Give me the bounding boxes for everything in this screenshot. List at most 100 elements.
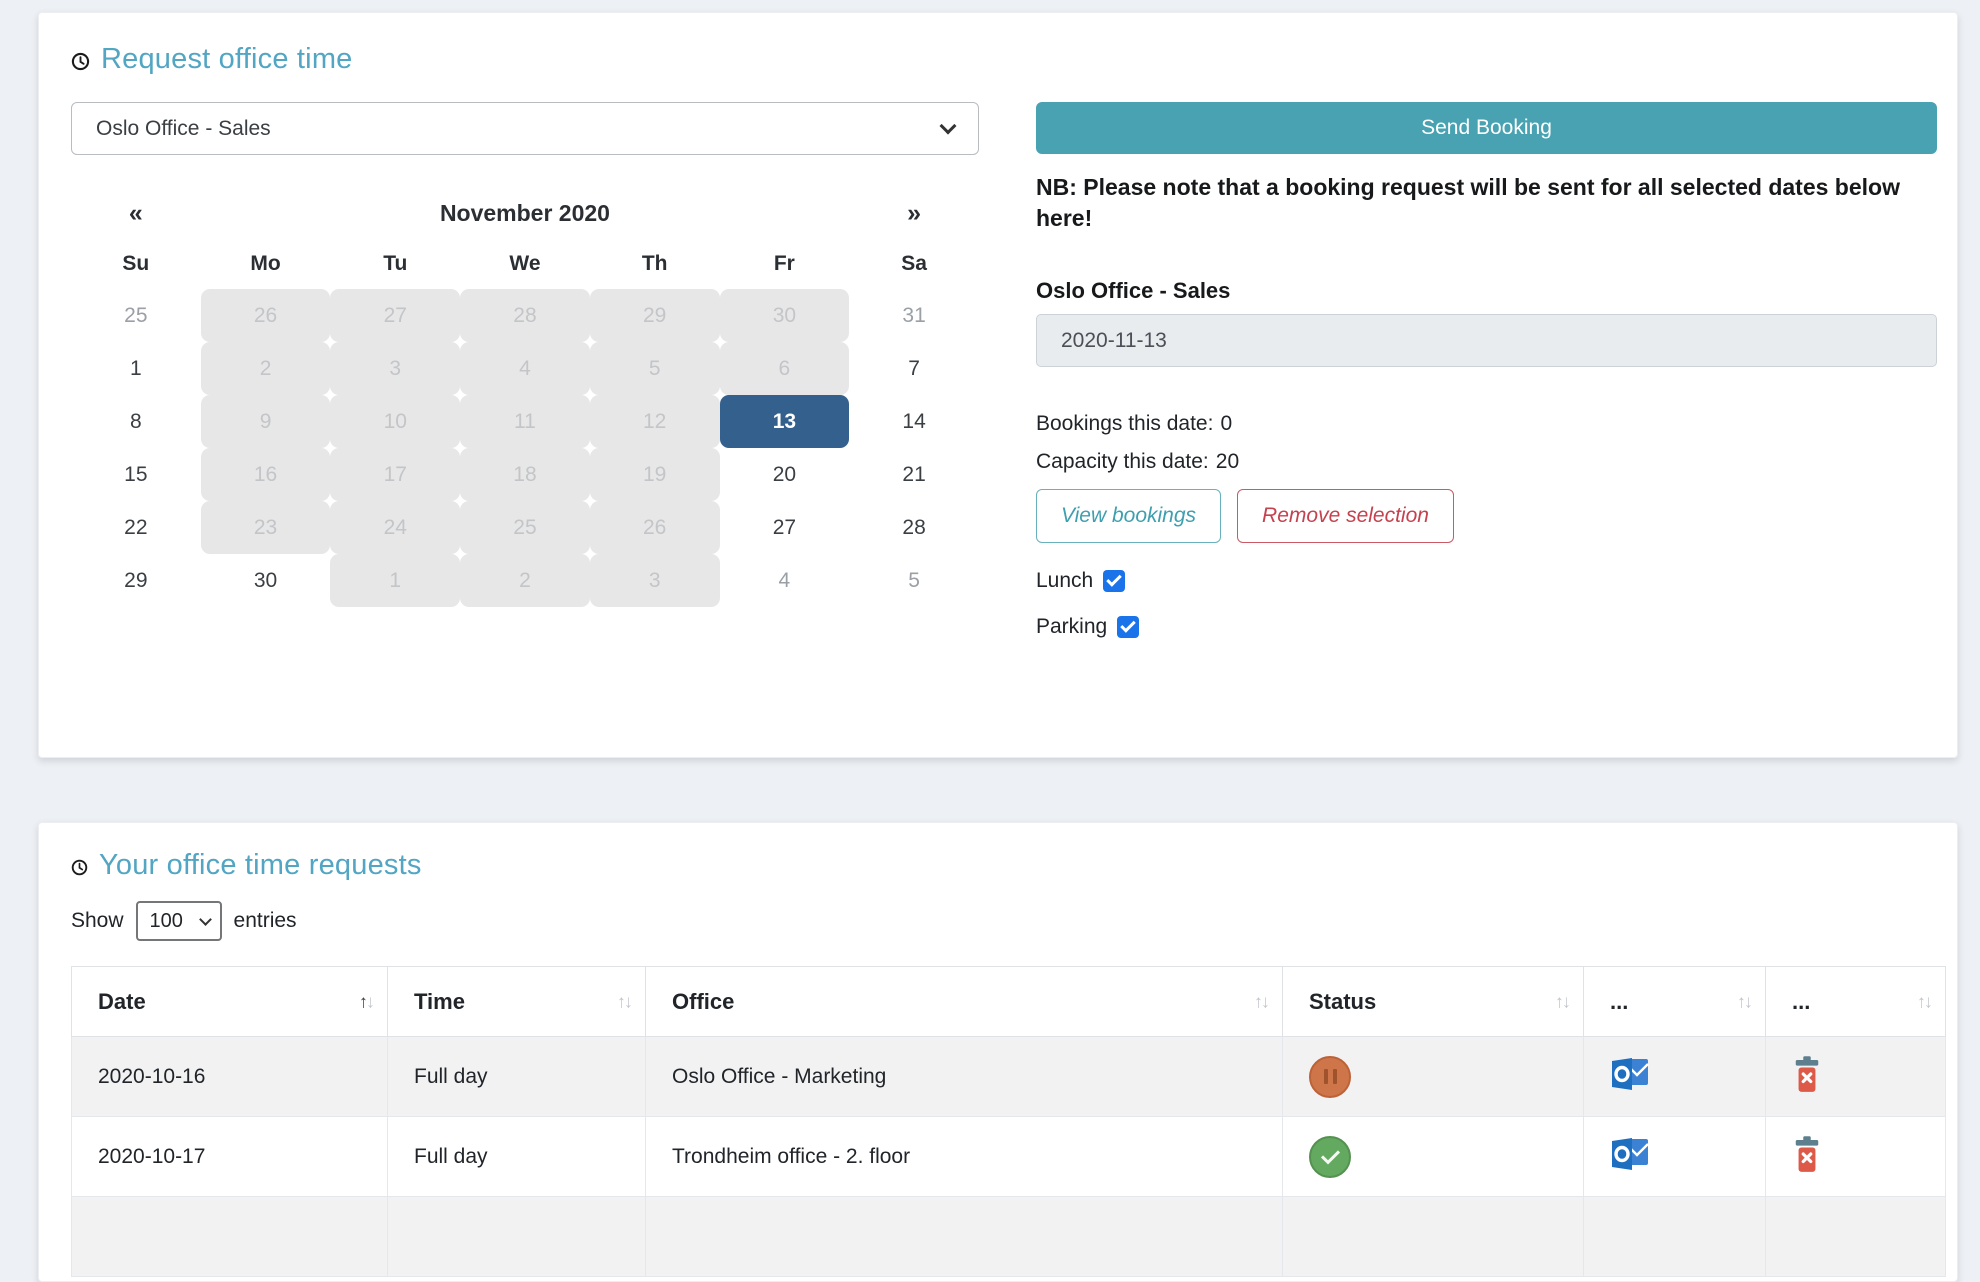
page-title: Request office time	[101, 43, 353, 75]
calendar-day: 18	[460, 448, 590, 501]
column-header-office[interactable]: Office ↑↓	[645, 966, 1283, 1037]
calendar-day: 4	[778, 568, 791, 592]
calendar-day: 26	[589, 501, 720, 554]
calendar-day: 6	[719, 342, 850, 395]
calendar-day: 19	[589, 448, 720, 501]
table-header-row: Date ↑↓ Time ↑↓ Office ↑↓ Status ↑↓ ... …	[71, 966, 1946, 1037]
calendar-day: 12	[589, 395, 720, 448]
booking-right-column: Send Booking NB: Please note that a book…	[1036, 102, 1937, 643]
calendar-day[interactable]: 21	[849, 448, 979, 501]
calendar-day[interactable]: 27	[720, 501, 850, 554]
column-header-status[interactable]: Status ↑↓	[1282, 966, 1584, 1037]
calendar-day[interactable]: 7	[849, 342, 979, 395]
cell-date: 2020-10-16	[71, 1036, 388, 1117]
selected-office-label: Oslo Office - Sales	[1036, 278, 1231, 304]
calendar-day[interactable]: 8	[71, 395, 201, 448]
view-bookings-button[interactable]: View bookings	[1036, 489, 1222, 544]
booking-left-column: Oslo Office - Sales « November 2020 » Su…	[71, 102, 979, 643]
selected-date-input[interactable]: 2020-11-13	[1036, 314, 1937, 368]
calendar-day: 3	[330, 342, 461, 395]
calendar-day: 1	[330, 554, 461, 607]
parking-checkbox[interactable]	[1117, 616, 1140, 639]
calendar-day: 9	[200, 395, 331, 448]
cell-office: Trondheim office - 2. floor	[645, 1116, 1283, 1197]
dow-su: Su	[122, 252, 150, 275]
calendar-day: 26	[200, 289, 331, 342]
calendar-day[interactable]: 22	[71, 501, 201, 554]
table-row-partial	[71, 1196, 1946, 1277]
send-booking-button[interactable]: Send Booking	[1036, 102, 1937, 154]
calendar-day: 27	[330, 289, 461, 342]
entries-select[interactable]: 100	[135, 901, 222, 941]
requests-title: Your office time requests	[99, 849, 422, 881]
calendar-day[interactable]: 29	[71, 554, 201, 607]
column-header-email[interactable]: ... ↑↓	[1583, 966, 1766, 1037]
outlook-email-icon[interactable]	[1610, 1136, 1650, 1178]
requests-card-header: Your office time requests	[71, 849, 1943, 882]
calendar-day: 10	[330, 395, 461, 448]
calendar-day: 23	[200, 501, 331, 554]
clock-icon	[71, 859, 88, 875]
sort-icon: ↑↓	[1555, 991, 1571, 1011]
calendar-day[interactable]: 15	[71, 448, 201, 501]
dow-mo: Mo	[250, 252, 281, 275]
chevron-down-icon	[198, 912, 212, 926]
requests-table: Date ↑↓ Time ↑↓ Office ↑↓ Status ↑↓ ... …	[71, 966, 1946, 1277]
clock-icon	[71, 52, 90, 70]
show-label: Show	[71, 909, 124, 932]
trash-icon[interactable]	[1792, 1055, 1822, 1098]
date-stats: Bookings this date: 0 Capacity this date…	[1036, 405, 1937, 481]
calendar-month-title[interactable]: November 2020	[201, 187, 850, 239]
bookings-label: Bookings this date:	[1036, 412, 1214, 436]
bookings-count: 0	[1220, 412, 1233, 436]
calendar-day-selected[interactable]: 13	[719, 395, 850, 448]
status-pending-icon	[1309, 1055, 1351, 1098]
status-approved-icon	[1309, 1135, 1351, 1178]
capacity-label: Capacity this date:	[1036, 450, 1209, 474]
table-row: 2020-10-16 Full day Oslo Office - Market…	[71, 1036, 1946, 1117]
office-time-requests-card: Your office time requests Show 100 entri…	[38, 822, 1958, 1282]
nb-note: NB: Please note that a booking request w…	[1036, 174, 1900, 232]
remove-selection-button[interactable]: Remove selection	[1237, 489, 1454, 544]
calendar-day-headers: Su Mo Tu We Th Fr Sa	[71, 239, 979, 289]
dow-tu: Tu	[383, 252, 408, 275]
cell-date: 2020-10-17	[71, 1116, 388, 1197]
entries-control: Show 100 entries	[71, 900, 1943, 942]
trash-icon[interactable]	[1792, 1135, 1822, 1178]
entries-select-value: 100	[149, 909, 183, 932]
sort-icon: ↑↓	[1917, 991, 1933, 1011]
outlook-email-icon[interactable]	[1610, 1056, 1650, 1098]
cell-time: Full day	[387, 1036, 646, 1117]
calendar-day[interactable]: 28	[849, 501, 979, 554]
table-row: 2020-10-17 Full day Trondheim office - 2…	[71, 1116, 1946, 1197]
calendar-day[interactable]: 1	[71, 342, 201, 395]
calendar-day: 24	[330, 501, 461, 554]
calendar-day: 25	[124, 303, 148, 327]
calendar-day: 4	[460, 342, 590, 395]
calendar-day: 25	[460, 501, 590, 554]
dow-fr: Fr	[773, 252, 795, 275]
lunch-checkbox[interactable]	[1103, 570, 1126, 593]
calendar-prev-button[interactable]: «	[71, 187, 201, 239]
column-header-time[interactable]: Time ↑↓	[387, 966, 646, 1037]
calendar-day: 3	[589, 554, 720, 607]
parking-label: Parking	[1036, 615, 1108, 639]
office-select[interactable]: Oslo Office - Sales	[71, 102, 979, 155]
dow-sa: Sa	[901, 252, 927, 275]
calendar-day[interactable]: 20	[720, 448, 850, 501]
lunch-label: Lunch	[1036, 569, 1094, 593]
sort-icon: ↑↓	[1737, 991, 1753, 1011]
datepicker-calendar: « November 2020 » Su Mo Tu We Th Fr Sa 2…	[71, 187, 979, 607]
calendar-day[interactable]: 14	[849, 395, 979, 448]
calendar-day[interactable]: 30	[201, 554, 331, 607]
calendar-day: 11	[460, 395, 590, 448]
calendar-day: 28	[460, 289, 590, 342]
column-header-date[interactable]: Date ↑↓	[71, 966, 388, 1037]
calendar-day: 2	[200, 342, 331, 395]
sort-icon: ↑↓	[617, 991, 633, 1011]
sort-icon: ↑↓	[1254, 991, 1270, 1011]
calendar-day: 2	[460, 554, 590, 607]
capacity-count: 20	[1215, 450, 1240, 474]
calendar-next-button[interactable]: »	[849, 187, 979, 239]
column-header-delete[interactable]: ... ↑↓	[1765, 966, 1946, 1037]
